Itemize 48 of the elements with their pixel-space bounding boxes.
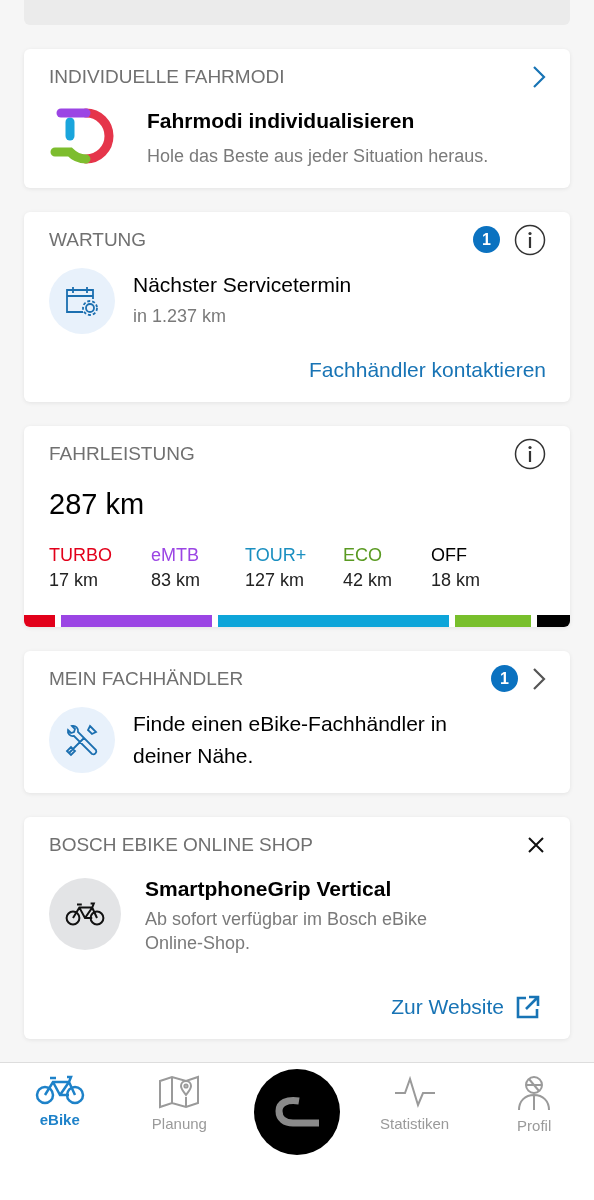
contact-dealer-link[interactable]: Fachhändler kontaktieren bbox=[309, 357, 546, 382]
mode-name: TOUR+ bbox=[245, 544, 305, 566]
info-icon[interactable] bbox=[514, 437, 546, 470]
nav-tab[interactable]: Statistiken bbox=[369, 1075, 460, 1132]
card-heading: Fahrmodi individualisieren bbox=[147, 108, 416, 134]
card-title: INDIVIDUELLE FAHRMODI bbox=[49, 66, 285, 88]
nav-tab[interactable]: eBike bbox=[14, 1075, 105, 1128]
bicycle-icon bbox=[65, 902, 105, 927]
card-title: WARTUNG bbox=[49, 228, 147, 251]
dealer-card[interactable]: MEIN FACHHÄNDLER 1 Finde einen eBike-Fachhändler in deiner Nähe. bbox=[24, 650, 570, 793]
external-link-icon bbox=[516, 995, 540, 1020]
card-title: MEIN FACHHÄNDLER bbox=[49, 667, 244, 690]
nav-tab[interactable]: Planung bbox=[134, 1075, 225, 1132]
pulse-icon bbox=[393, 1075, 436, 1109]
count-badge: 1 bbox=[491, 665, 518, 693]
card-subtitle: Ab sofort verfügbar im Bosch eBike Online-Shop. bbox=[145, 908, 429, 955]
helmet-person-icon bbox=[517, 1075, 552, 1111]
calendar-gear-icon bbox=[65, 284, 99, 317]
driving-modes-card[interactable]: INDIVIDUELLE FAHRMODI Fahrmodi individualisieren Hole das Beste aus jeder Situation heraus. bbox=[24, 49, 570, 188]
mode-bar-segment bbox=[537, 614, 570, 627]
mode-name: ECO bbox=[343, 544, 383, 566]
close-button[interactable] bbox=[526, 834, 546, 855]
map-pin-icon bbox=[158, 1075, 201, 1109]
tools-icon bbox=[65, 722, 99, 757]
mode-bar-segment bbox=[24, 614, 55, 627]
card-title: BOSCH EBIKE ONLINE SHOP bbox=[49, 833, 313, 856]
mode-name: eMTB bbox=[151, 544, 200, 566]
card-subtitle: Hole das Beste aus jeder Situation heraus. bbox=[147, 144, 489, 168]
card-heading: Nächster Servicetermin bbox=[133, 273, 352, 298]
mode-distance: 127 km bbox=[245, 569, 305, 591]
mode-distance: 18 km bbox=[431, 569, 482, 591]
info-icon[interactable] bbox=[514, 223, 546, 256]
nav-tab[interactable]: Profil bbox=[489, 1075, 580, 1134]
chevron-right-icon bbox=[532, 65, 546, 89]
total-distance: 287 km bbox=[49, 487, 146, 521]
mode-name: OFF bbox=[431, 544, 468, 566]
card-title: FAHRLEISTUNG bbox=[49, 442, 195, 465]
card-heading: SmartphoneGrip Vertical bbox=[145, 875, 393, 902]
dealer-text: Finde einen eBike-Fachhändler in deiner Nähe. bbox=[133, 711, 449, 769]
mode-distance: 42 km bbox=[343, 569, 394, 591]
card-subtitle: in 1.237 km bbox=[133, 305, 228, 329]
mode-distance: 17 km bbox=[49, 569, 100, 591]
bicycle-icon bbox=[34, 1075, 85, 1105]
mode-name: TURBO bbox=[49, 544, 111, 566]
mode-distance: 83 km bbox=[151, 569, 202, 591]
website-link[interactable]: Zur Website bbox=[391, 995, 540, 1020]
chevron-right-icon bbox=[532, 666, 546, 691]
count-badge: 1 bbox=[473, 226, 500, 254]
